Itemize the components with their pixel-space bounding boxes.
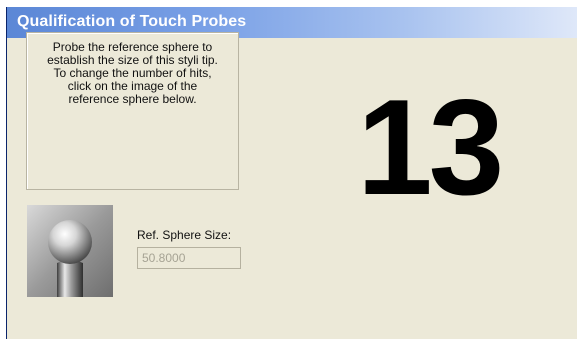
ref-sphere-size-label: Ref. Sphere Size:	[137, 228, 232, 242]
hit-count-display: 13	[357, 71, 504, 223]
window-title: Qualification of Touch Probes	[17, 13, 247, 30]
qualification-dialog: Qualification of Touch Probes Probe the …	[6, 7, 577, 339]
reference-sphere-image[interactable]	[27, 205, 113, 297]
instructions-panel: Probe the reference sphere to establish …	[26, 32, 239, 190]
instructions-text: Probe the reference sphere to establish …	[47, 40, 218, 106]
ref-sphere-size-field[interactable]	[137, 247, 241, 269]
reference-sphere-icon	[27, 205, 113, 297]
